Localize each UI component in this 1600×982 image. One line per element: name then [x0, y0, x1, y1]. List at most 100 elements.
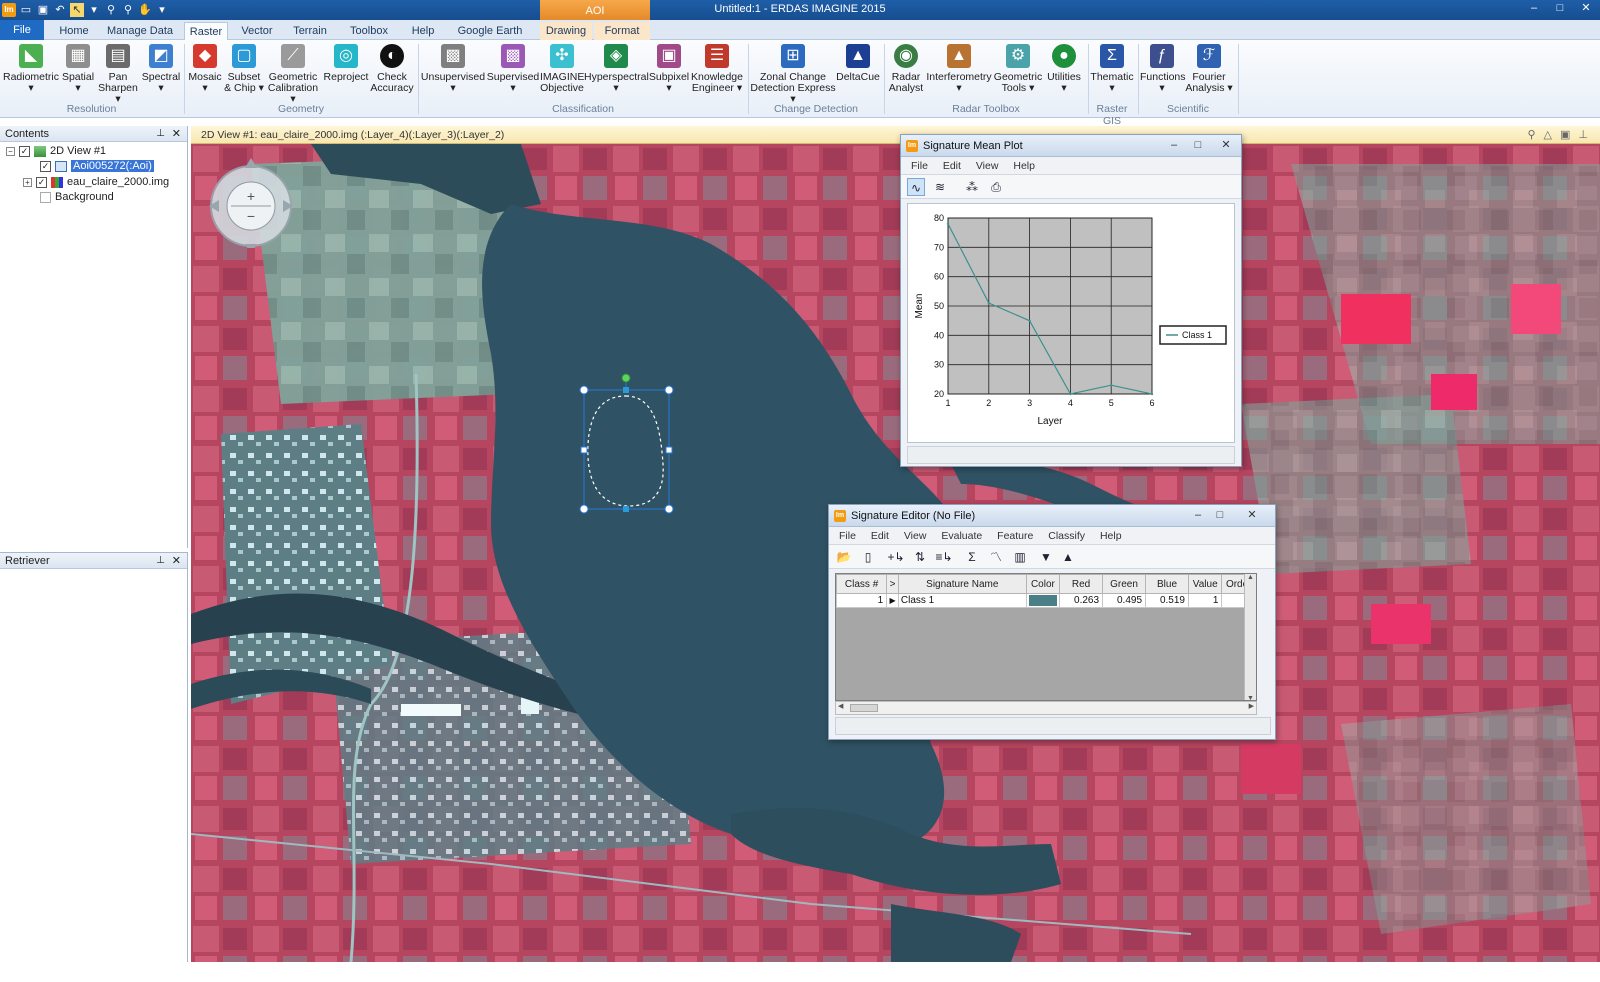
pin-icon[interactable]: ⊥: [156, 553, 165, 569]
tab-file[interactable]: File: [0, 20, 44, 40]
close-button[interactable]: ✕: [1215, 138, 1237, 153]
tab-help[interactable]: Help: [404, 22, 442, 40]
col-class-num[interactable]: Class #: [836, 574, 888, 594]
col-red[interactable]: Red: [1059, 574, 1104, 594]
col-color[interactable]: Color: [1025, 574, 1061, 594]
scroll-left-icon[interactable]: ◀: [838, 702, 843, 710]
radar-analyst-button[interactable]: ◉ Radar Analyst: [886, 44, 926, 94]
menu-feature[interactable]: Feature: [997, 530, 1033, 542]
replace-signature-icon[interactable]: ⇅: [911, 548, 929, 566]
close-button[interactable]: ✕: [1574, 1, 1598, 17]
cell-marker[interactable]: ▶: [886, 593, 899, 608]
vertical-scrollbar[interactable]: ▲ ▼: [1244, 574, 1256, 700]
app-logo-icon[interactable]: Im: [2, 3, 16, 17]
functions-button[interactable]: ƒ Functions ▾: [1140, 44, 1186, 94]
expand-icon[interactable]: +: [23, 177, 32, 187]
tab-google-earth[interactable]: Google Earth: [450, 22, 530, 40]
select-pointer-icon[interactable]: ↖: [70, 3, 84, 17]
deltacue-button[interactable]: ▲ DeltaCue: [836, 44, 880, 83]
tab-toolbox[interactable]: Toolbox: [342, 22, 396, 40]
cell-signature-name[interactable]: Class 1: [897, 593, 1027, 608]
subpixel-button[interactable]: ▣ Subpixel ▾: [648, 44, 690, 94]
cell-green[interactable]: 0.495: [1102, 593, 1147, 608]
tree-item-image-layer[interactable]: + ✓ eau_claire_2000.img: [23, 175, 169, 190]
link-icon[interactable]: ⚲: [1527, 129, 1543, 141]
tab-terrain[interactable]: Terrain: [286, 22, 334, 40]
check-accuracy-button[interactable]: ◐ Check Accuracy: [370, 44, 414, 94]
save-icon[interactable]: ▣: [36, 3, 50, 17]
lock-icon[interactable]: ▣: [1560, 129, 1578, 141]
zoom-in-icon[interactable]: +: [247, 188, 255, 204]
mean-plot-icon[interactable]: 〽: [987, 548, 1005, 566]
new-icon[interactable]: ▯: [859, 548, 877, 566]
utilities-button[interactable]: ● Utilities ▾: [1044, 44, 1084, 94]
maximize-button[interactable]: □: [1187, 138, 1209, 153]
cell-color[interactable]: [1025, 593, 1061, 608]
scroll-thumb[interactable]: [850, 704, 878, 712]
supervised-button[interactable]: ▩ Supervised ▾: [486, 44, 540, 94]
collapse-icon[interactable]: −: [6, 146, 15, 156]
minimize-button[interactable]: –: [1522, 1, 1546, 17]
statistics-icon[interactable]: Σ: [963, 548, 981, 566]
pan-tool-icon[interactable]: ✋: [138, 3, 152, 17]
multi-line-icon[interactable]: ≋: [931, 178, 949, 196]
tree-item-2d-view[interactable]: − ✓ 2D View #1: [6, 144, 106, 159]
pan-sharpen-button[interactable]: ▤ Pan Sharpen ▾: [96, 44, 140, 105]
menu-view[interactable]: View: [976, 160, 999, 172]
unsupervised-button[interactable]: ▩ Unsupervised ▾: [420, 44, 486, 94]
zoom-in-tool-icon[interactable]: ⚲: [104, 3, 118, 17]
print-icon[interactable]: ⎙: [987, 178, 1005, 196]
signature-editor-window[interactable]: Im Signature Editor (No File) – □ ✕ File…: [828, 504, 1276, 740]
tab-home[interactable]: Home: [50, 22, 98, 40]
move-up-icon[interactable]: ▲: [1059, 548, 1077, 566]
zoom-out-icon[interactable]: −: [247, 208, 255, 224]
cell-class-num[interactable]: 1: [836, 593, 888, 608]
menu-help[interactable]: Help: [1100, 530, 1122, 542]
open-folder-icon[interactable]: ▭: [19, 3, 33, 17]
histogram-icon[interactable]: ▥: [1011, 548, 1029, 566]
open-icon[interactable]: 📂: [835, 548, 853, 566]
spatial-button[interactable]: ▦ Spatial ▾: [60, 44, 96, 94]
cell-red[interactable]: 0.263: [1059, 593, 1104, 608]
maximize-button[interactable]: □: [1548, 1, 1572, 17]
menu-evaluate[interactable]: Evaluate: [941, 530, 982, 542]
plot-window-titlebar[interactable]: Im Signature Mean Plot – □ ✕: [901, 135, 1241, 157]
imagine-objective-button[interactable]: ✣ IMAGINE Objective: [540, 44, 584, 94]
knowledge-engineer-button[interactable]: ☰ Knowledge Engineer ▾: [690, 44, 744, 94]
maximize-button[interactable]: □: [1209, 508, 1231, 523]
pan-south-icon[interactable]: [245, 244, 257, 248]
signature-mean-plot-window[interactable]: Im Signature Mean Plot – □ ✕ File Edit V…: [900, 134, 1242, 467]
zoom-out-tool-icon[interactable]: ⚲: [121, 3, 135, 17]
subset-chip-button[interactable]: ▢ Subset & Chip ▾: [224, 44, 264, 94]
mosaic-button[interactable]: ◆ Mosaic ▾: [186, 44, 224, 94]
tab-manage-data[interactable]: Manage Data: [104, 22, 176, 40]
pin-icon[interactable]: ⊥: [156, 126, 165, 142]
merge-signature-icon[interactable]: ≡↳: [935, 548, 953, 566]
menu-file[interactable]: File: [911, 160, 928, 172]
interferometry-button[interactable]: ▲ Interferometry ▾: [926, 44, 992, 94]
move-down-icon[interactable]: ▼: [1037, 548, 1055, 566]
menu-edit[interactable]: Edit: [871, 530, 889, 542]
table-row[interactable]: 1 ▶ Class 1 0.263 0.495 0.519 1 1: [836, 593, 1256, 608]
pan-north-icon[interactable]: [245, 158, 257, 168]
menu-edit[interactable]: Edit: [943, 160, 961, 172]
menu-classify[interactable]: Classify: [1048, 530, 1085, 542]
thematic-button[interactable]: Σ Thematic ▾: [1090, 44, 1134, 94]
warning-icon[interactable]: △: [1544, 129, 1560, 141]
close-panel-icon[interactable]: ✕: [172, 553, 181, 569]
close-button[interactable]: ✕: [1241, 508, 1263, 523]
cell-value[interactable]: 1: [1187, 593, 1223, 608]
geometric-tools-button[interactable]: ⚙ Geometric Tools ▾: [992, 44, 1044, 94]
cell-blue[interactable]: 0.519: [1145, 593, 1189, 608]
line-plot-icon[interactable]: ∿: [907, 178, 925, 196]
col-blue[interactable]: Blue: [1145, 574, 1189, 594]
customize-qat-icon[interactable]: ▾: [155, 3, 169, 17]
tab-raster[interactable]: Raster: [184, 22, 228, 41]
checkbox[interactable]: [40, 191, 51, 203]
fourier-analysis-button[interactable]: ℱ Fourier Analysis ▾: [1184, 44, 1234, 94]
col-green[interactable]: Green: [1102, 574, 1147, 594]
tree-item-aoi-layer[interactable]: ✓ Aoi005272(:Aoi): [40, 159, 154, 174]
pin-icon[interactable]: ⊥: [1578, 129, 1596, 141]
dropdown-arrow-icon[interactable]: ▾: [87, 3, 101, 17]
col-value[interactable]: Value: [1187, 574, 1223, 594]
